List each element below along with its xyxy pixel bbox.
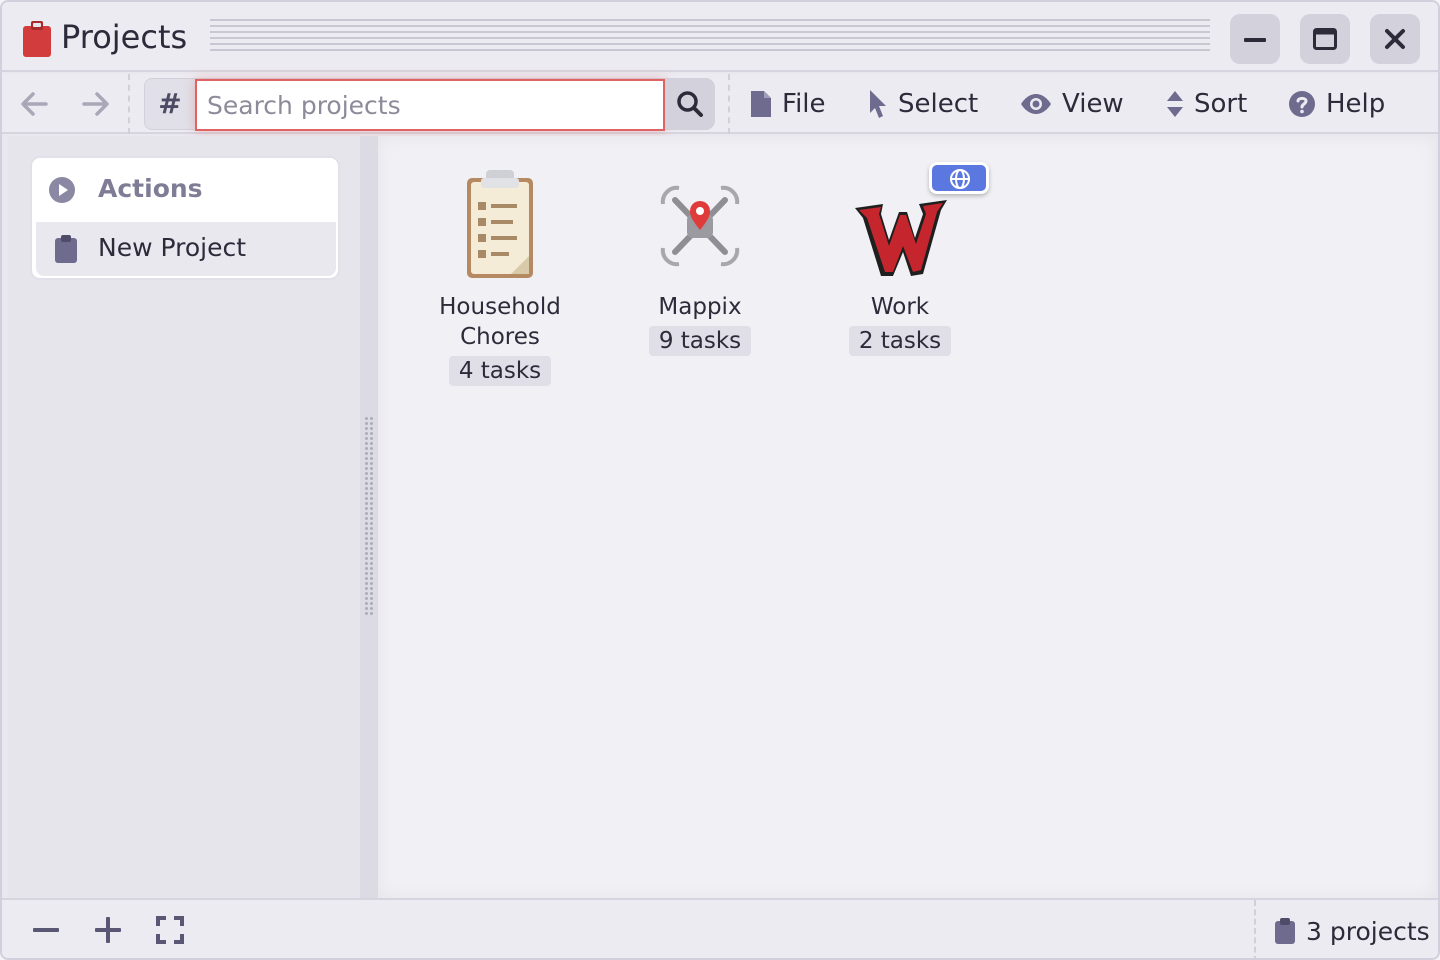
drone-map-pin-icon <box>660 185 740 267</box>
clipboard-document-icon <box>467 170 533 278</box>
play-circle-icon <box>49 177 75 203</box>
magnifier-icon <box>677 91 703 117</box>
project-icon <box>445 164 555 284</box>
back-button[interactable] <box>16 88 52 120</box>
menu-view[interactable]: View <box>1020 86 1124 122</box>
projects-window: Projects # Search projects File Select V… <box>0 0 1440 960</box>
task-count-badge: 4 tasks <box>448 356 552 386</box>
sidebar: Actions New Project <box>8 136 360 898</box>
task-count-badge: 2 tasks <box>848 326 952 356</box>
toolbar-separator <box>128 74 130 134</box>
menu-file-label: File <box>782 89 826 119</box>
menu-view-label: View <box>1062 89 1124 119</box>
sort-icon <box>1167 91 1183 117</box>
project-item-work[interactable]: Work 2 tasks <box>820 162 989 356</box>
search-bar: # <box>144 78 715 131</box>
window-title: Projects <box>61 18 188 56</box>
minus-icon <box>33 928 59 932</box>
task-count-badge: 9 tasks <box>648 326 752 356</box>
menu-help[interactable]: Help <box>1288 86 1385 122</box>
status-separator <box>1254 900 1256 958</box>
forward-button[interactable] <box>78 88 114 120</box>
close-button[interactable] <box>1370 14 1420 64</box>
plus-icon <box>95 917 121 943</box>
fullscreen-icon <box>156 916 184 944</box>
actions-panel: Actions New Project <box>30 156 340 280</box>
splitter-grip[interactable] <box>364 416 374 616</box>
menu-file[interactable]: File <box>750 86 826 122</box>
menu-sort-label: Sort <box>1194 89 1248 119</box>
zoom-in-button[interactable] <box>92 914 124 946</box>
project-icon <box>645 164 755 284</box>
cursor-pointer-icon <box>870 90 886 118</box>
toolbar: # File Select <box>2 74 1438 134</box>
fullscreen-button[interactable] <box>154 914 186 946</box>
minimize-icon <box>1244 38 1266 42</box>
actions-label: Actions <box>98 174 203 203</box>
title-bar[interactable]: Projects <box>2 2 1438 72</box>
maximize-button[interactable] <box>1300 14 1350 64</box>
project-count: 3 projects <box>1274 914 1430 948</box>
title-drag-area[interactable] <box>210 19 1210 55</box>
hash-icon[interactable]: # <box>145 79 195 129</box>
toolbar-separator <box>728 74 730 134</box>
menu-help-label: Help <box>1326 89 1386 119</box>
clipboard-icon <box>1275 918 1295 944</box>
clipboard-icon <box>23 21 51 57</box>
minimize-button[interactable] <box>1230 14 1280 64</box>
sidebar-item-label: New Project <box>98 233 247 262</box>
project-count-label: 3 projects <box>1306 916 1430 946</box>
project-item-household-chores[interactable]: Household Chores 4 tasks <box>420 164 580 386</box>
project-name: Household Chores <box>439 294 561 350</box>
close-icon <box>1385 29 1405 49</box>
project-name: Mappix <box>658 294 742 320</box>
search-input[interactable] <box>195 79 665 131</box>
actions-header[interactable]: Actions <box>32 158 338 220</box>
question-circle-icon <box>1289 91 1315 117</box>
shared-badge <box>929 162 989 194</box>
status-bar: 3 projects <box>2 898 1438 958</box>
file-icon <box>751 91 771 117</box>
arrow-left-icon <box>21 92 48 116</box>
clipboard-icon <box>55 235 77 263</box>
globe-icon <box>950 169 970 189</box>
project-name: Work <box>870 294 930 320</box>
menu-sort[interactable]: Sort <box>1166 86 1247 122</box>
menu-select-label: Select <box>898 89 979 119</box>
arrow-right-icon <box>82 92 109 116</box>
eye-icon <box>1021 94 1051 114</box>
zoom-out-button[interactable] <box>30 914 62 946</box>
menu-select[interactable]: Select <box>868 86 978 122</box>
project-icon <box>845 162 989 284</box>
maximize-icon <box>1313 28 1337 50</box>
project-item-mappix[interactable]: Mappix 9 tasks <box>620 164 780 356</box>
project-grid: Household Chores 4 tasks Mappix 9 tasks … <box>378 136 1436 898</box>
search-button[interactable] <box>665 79 715 129</box>
sidebar-item-new-project[interactable]: New Project <box>36 222 336 276</box>
sidebar-splitter[interactable] <box>360 136 378 898</box>
